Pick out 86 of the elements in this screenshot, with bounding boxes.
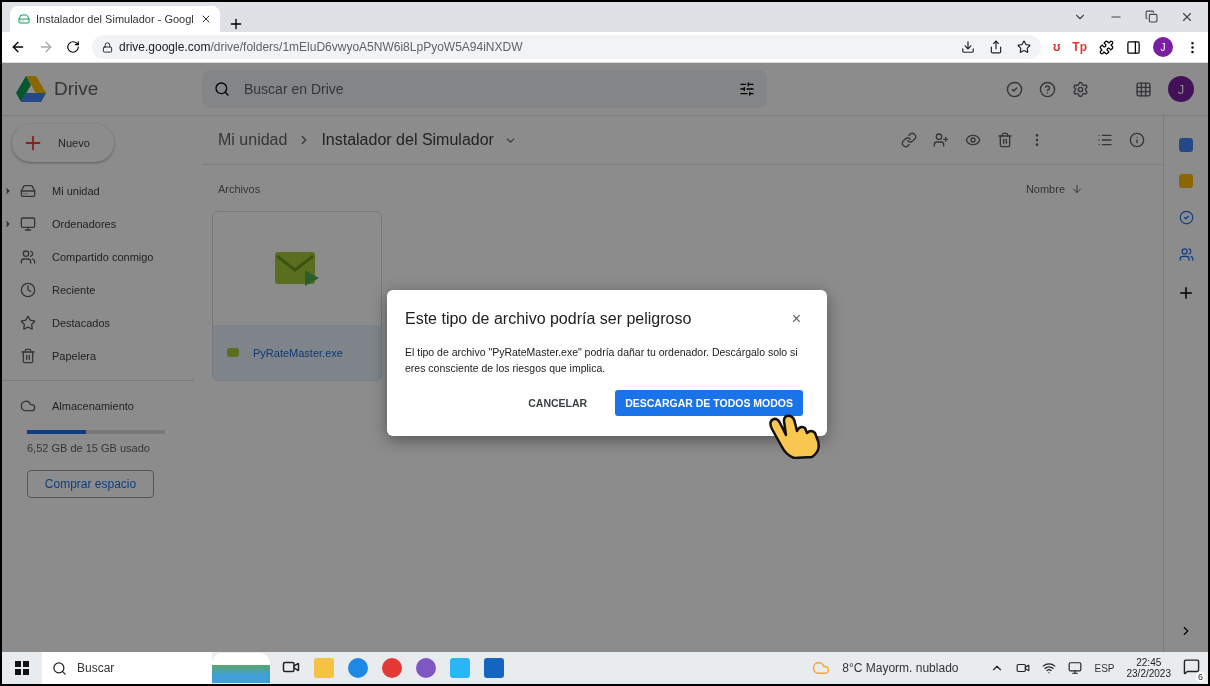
add-icon[interactable] [1177, 284, 1195, 302]
search-icon [52, 660, 67, 676]
extension-icon[interactable]: Tp [1072, 40, 1087, 54]
breadcrumb-item[interactable]: Instalador del Simulador [321, 131, 494, 149]
install-icon[interactable] [960, 40, 975, 54]
forward-icon[interactable] [38, 39, 54, 55]
back-icon[interactable] [10, 39, 26, 55]
camera-icon[interactable] [1016, 661, 1031, 675]
tab-title: Instalador del Simulador - Googl [36, 13, 194, 25]
tasks-icon[interactable] [1178, 210, 1194, 225]
profile-avatar[interactable]: J [1153, 37, 1173, 57]
expand-caret-icon[interactable] [3, 185, 13, 196]
link-icon[interactable] [901, 132, 917, 148]
clock-icon [20, 281, 36, 298]
info-icon[interactable] [1129, 132, 1145, 148]
computer-icon [20, 215, 36, 232]
notification-count: 6 [1196, 672, 1205, 682]
drive-logo-icon [16, 76, 46, 102]
language-indicator[interactable]: ESP [1094, 662, 1115, 674]
storage-label[interactable]: Almacenamiento [52, 399, 134, 412]
side-panel-icon[interactable] [1126, 39, 1141, 55]
drive-icon [20, 182, 36, 199]
close-icon[interactable] [200, 13, 212, 25]
file-type-icon [227, 348, 239, 357]
sidebar-item[interactable]: Reciente [52, 283, 96, 296]
list-view-icon[interactable] [1097, 132, 1113, 148]
browser-tab[interactable]: Instalador del Simulador - Googl [10, 6, 220, 32]
storage-usage: 6,52 GB de 15 GB usado [27, 442, 151, 454]
apps-grid-icon[interactable] [1135, 80, 1152, 98]
address-bar[interactable]: drive.google.com/drive/folders/1mEluD6vwyoA5NW6i8LpPyoW5A94iNXDW [92, 35, 1041, 59]
reload-icon[interactable] [66, 40, 80, 54]
section-label: Archivos [218, 183, 261, 195]
cancel-button[interactable]: CANCELAR [518, 390, 598, 416]
url-text: drive.google.com/drive/folders/1mEluD6vwyoA5NW6i8LpPyoW5A94iNXDW [119, 40, 523, 54]
weather-text[interactable]: 8°C Mayorm. nublado [842, 661, 959, 675]
search-field[interactable]: Buscar en Drive [202, 70, 767, 108]
account-avatar[interactable]: J [1168, 76, 1194, 102]
sidebar-item[interactable]: Destacados [52, 316, 111, 329]
close-button[interactable]: × [789, 310, 803, 328]
contacts-icon[interactable] [1178, 247, 1194, 262]
sidebar-item[interactable]: Mi unidad [52, 184, 100, 197]
network-icon[interactable] [1042, 661, 1057, 675]
display-icon[interactable] [1068, 661, 1083, 675]
search-icon [214, 81, 230, 97]
sidebar-item[interactable]: Compartido conmigo [52, 250, 154, 263]
trash-icon [20, 347, 36, 364]
people-icon [20, 248, 36, 265]
new-button[interactable]: Nuevo [12, 124, 114, 162]
file-card[interactable]: PyRateMaster.exe [212, 211, 382, 381]
filter-icon[interactable] [739, 81, 755, 97]
help-icon[interactable] [1039, 80, 1056, 98]
check-circle-icon[interactable] [1006, 80, 1023, 98]
app-name: Drive [54, 78, 99, 100]
file-name-bar[interactable]: PyRateMaster.exe [213, 325, 381, 380]
weather-icon [812, 659, 831, 677]
breadcrumb-item[interactable]: Mi unidad [218, 131, 288, 149]
eye-icon[interactable] [965, 132, 981, 148]
dialog-message: El tipo de archivo "PyRateMaster.exe" podría dañar tu ordenador. Descárgalo solo si eres consciente de los riesgos que implica. [405, 345, 799, 376]
share-icon[interactable] [988, 40, 1003, 54]
new-tab-icon[interactable] [228, 16, 244, 32]
file-name: PyRateMaster.exe [253, 346, 343, 359]
expand-caret-icon[interactable] [3, 218, 13, 229]
arrow-down-icon[interactable] [1071, 183, 1083, 195]
taskbar-search-field[interactable]: Buscar [42, 652, 212, 684]
file-thumbnail-icon [275, 251, 319, 286]
lock-icon [102, 41, 113, 53]
extension-icon[interactable]: ʊ [1052, 40, 1061, 54]
bookmark-star-icon[interactable] [1016, 40, 1031, 54]
sort-button[interactable]: Nombre [1025, 183, 1083, 195]
puzzle-icon[interactable] [1099, 39, 1114, 55]
drive-icon [18, 13, 30, 25]
trash-icon[interactable] [997, 132, 1013, 148]
dialog-title: Este tipo de archivo podría ser peligroso [405, 310, 692, 328]
add-person-icon[interactable] [933, 132, 949, 148]
notification-icon[interactable] [1183, 658, 1200, 675]
buy-storage-button[interactable]: Comprar espacio [27, 470, 154, 498]
restore-icon[interactable] [1145, 10, 1158, 23]
sidebar-item[interactable]: Ordenadores [52, 217, 117, 230]
landscape-picture [212, 653, 270, 683]
clock[interactable]: 22:45 23/2/2023 [1126, 657, 1171, 679]
settings-icon[interactable] [1072, 80, 1089, 98]
windows-start-icon[interactable] [15, 661, 29, 675]
download-button[interactable]: DESCARGAR DE TODOS MODOS [615, 390, 803, 416]
star-icon [20, 314, 36, 331]
sidebar-item[interactable]: Papelera [52, 349, 97, 362]
close-icon[interactable] [1180, 10, 1194, 24]
